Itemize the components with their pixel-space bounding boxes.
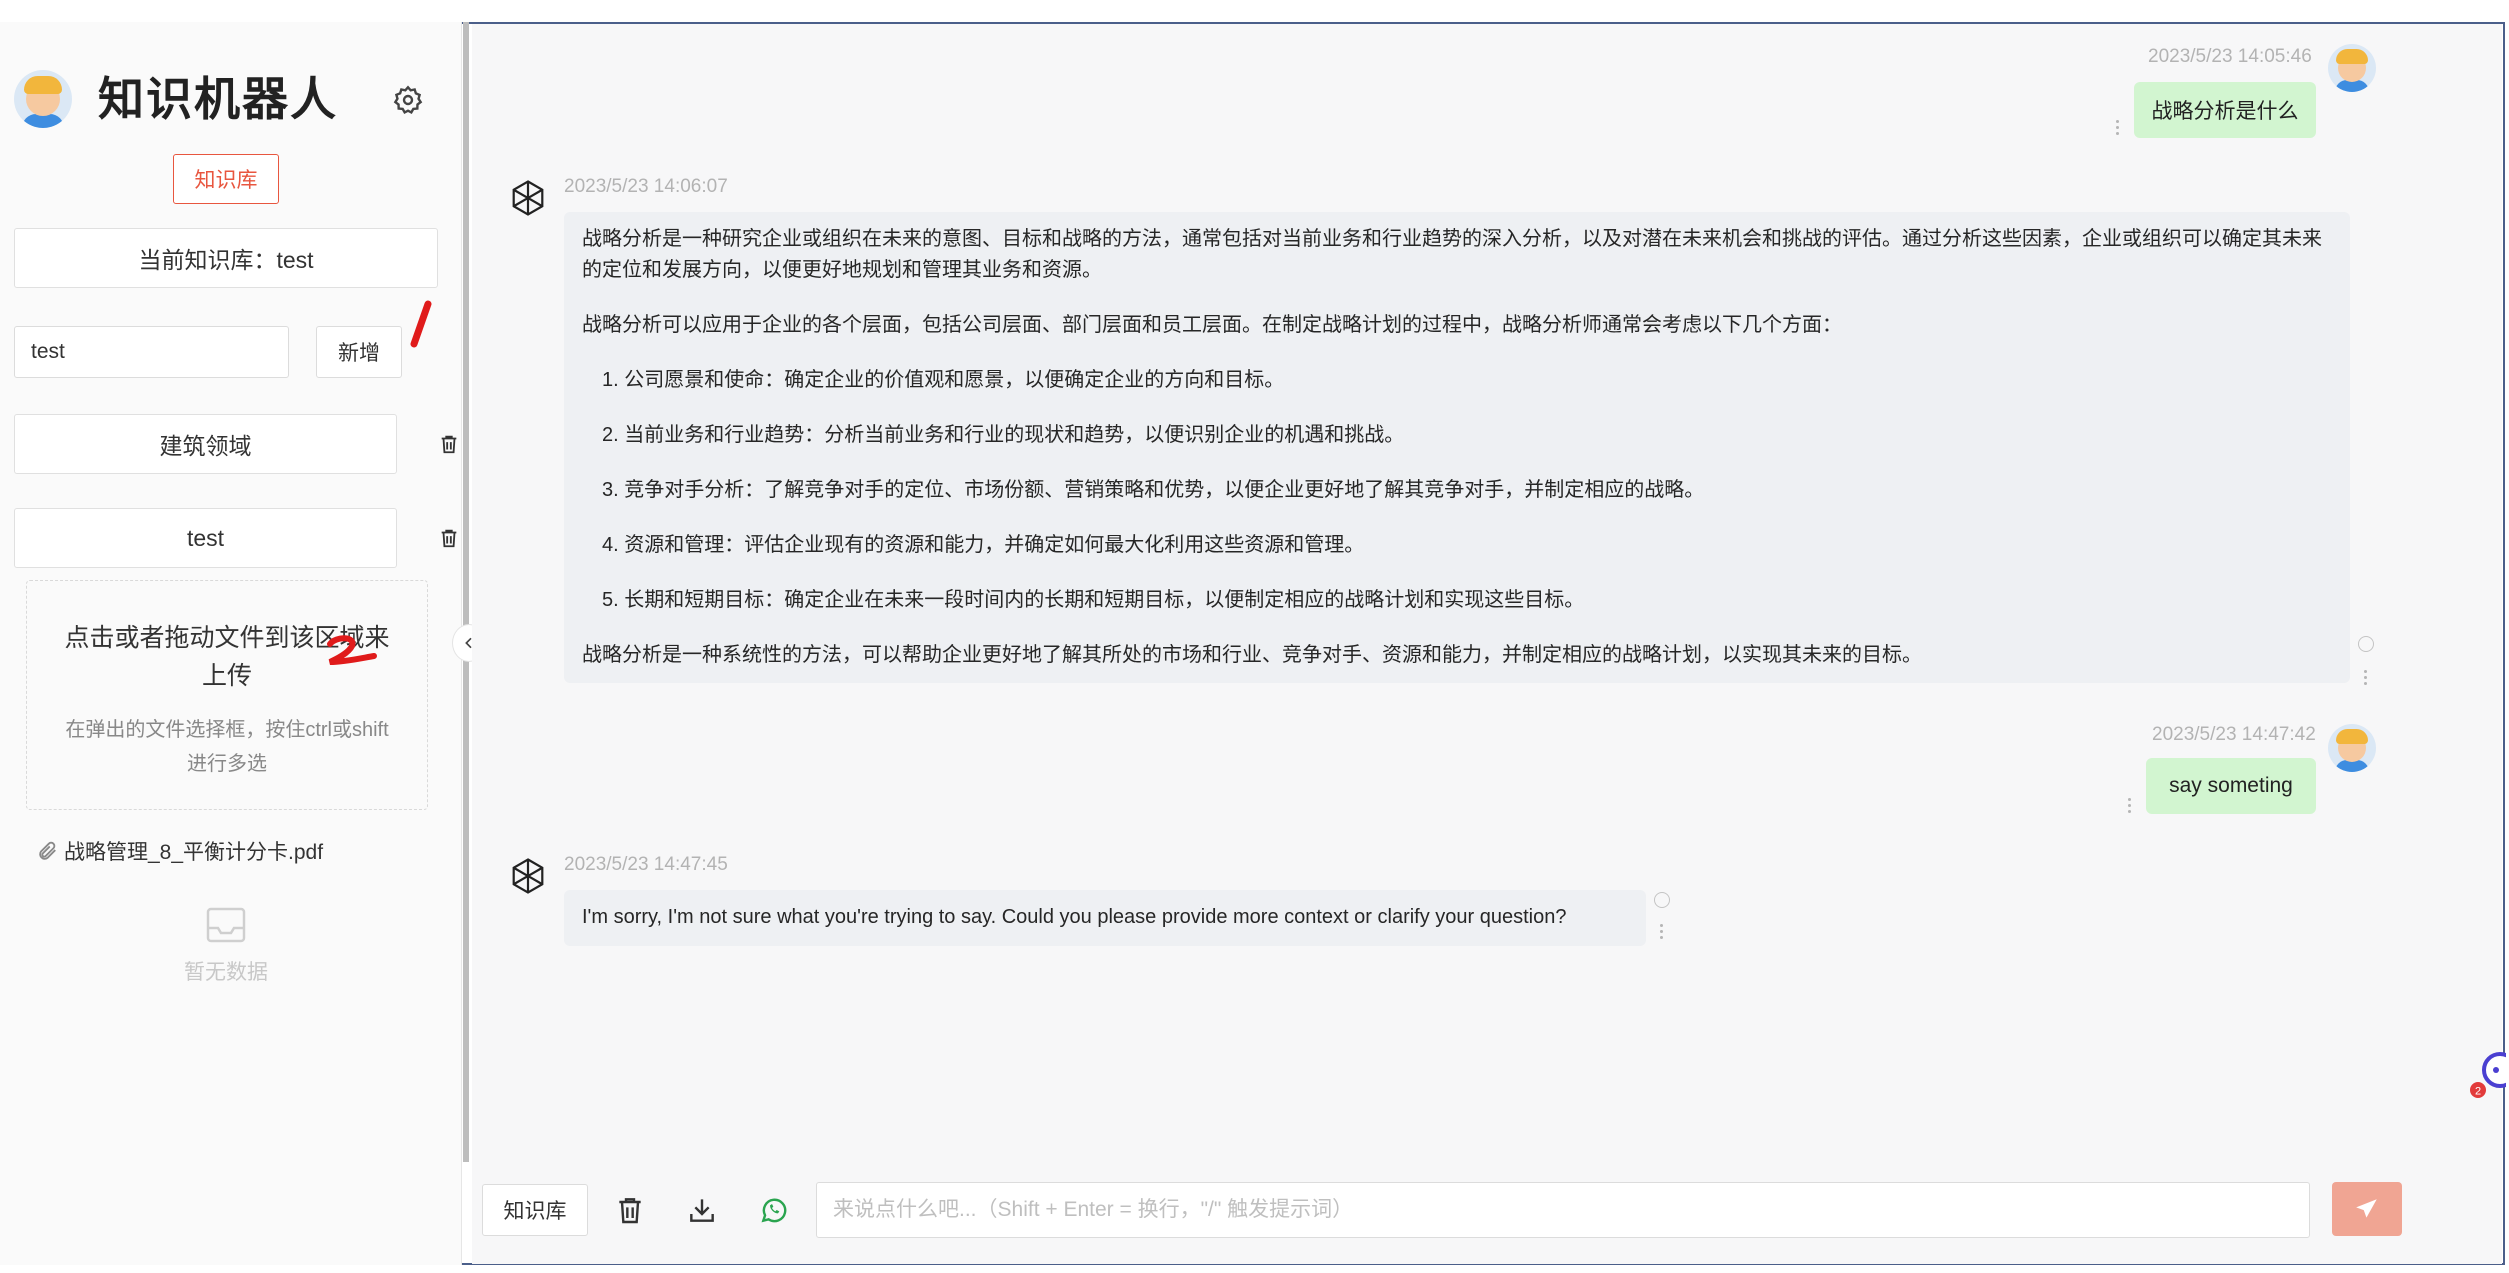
message-menu-icon[interactable] bbox=[2126, 798, 2132, 816]
notification-badge: 2 bbox=[2475, 1086, 2481, 1098]
annotation-mark-2 bbox=[327, 635, 377, 665]
empty-state: 暂无数据 bbox=[150, 906, 302, 986]
send-icon bbox=[2356, 1199, 2377, 1218]
knowledge-base-toggle-button[interactable]: 知识库 bbox=[482, 1184, 588, 1236]
knowledge-base-button[interactable]: 知识库 bbox=[173, 154, 279, 204]
current-kb-label: 当前知识库：test bbox=[14, 228, 438, 288]
whatsapp-icon[interactable] bbox=[758, 1194, 790, 1226]
list-item: 3. 竞争对手分析：了解竞争对手的定位、市场份额、营销策略和优势，以便企业更好地… bbox=[602, 479, 1705, 501]
trash-icon[interactable] bbox=[614, 1194, 646, 1226]
upload-sub-text: 在弹出的文件选择框，按住ctrl或shift进行多选 bbox=[65, 719, 389, 775]
send-button[interactable] bbox=[2332, 1182, 2402, 1236]
logo-avatar bbox=[14, 68, 72, 130]
bot-message-list: 1. 公司愿景和使命：确定企业的价值观和愿景，以便确定企业的方向和目标。 2. … bbox=[582, 365, 2332, 616]
message-timestamp: 2023/5/23 14:47:42 bbox=[2152, 724, 2316, 745]
status-ring-icon bbox=[1654, 892, 1670, 908]
gear-icon[interactable] bbox=[392, 84, 424, 116]
file-item[interactable]: 战略管理_8_平衡计分卡.pdf bbox=[36, 836, 323, 866]
message-input[interactable] bbox=[816, 1182, 2310, 1238]
bot-message-paragraph: 战略分析是一种研究企业或组织在未来的意图、目标和战略的方法，通常包括对当前业务和… bbox=[582, 228, 2322, 281]
bot-message: I'm sorry, I'm not sure what you're tryi… bbox=[564, 890, 1646, 946]
file-name: 战略管理_8_平衡计分卡.pdf bbox=[64, 841, 324, 864]
upload-dropzone[interactable]: 点击或者拖动文件到该区域来上传 在弹出的文件选择框，按住ctrl或shift进行… bbox=[26, 580, 428, 810]
list-item: 1. 公司愿景和使命：确定企业的价值观和愿景，以便确定企业的方向和目标。 bbox=[602, 369, 1285, 391]
add-kb-button[interactable]: 新增 bbox=[316, 326, 402, 378]
avatar bbox=[14, 70, 72, 128]
user-avatar bbox=[2328, 724, 2376, 772]
openai-icon bbox=[512, 180, 544, 216]
user-message: 战略分析是什么 bbox=[2134, 82, 2316, 138]
bot-message-paragraph: 战略分析是一种系统性的方法，可以帮助企业更好地了解其所处的市场和行业、竞争对手、… bbox=[582, 644, 1922, 666]
new-kb-input[interactable] bbox=[14, 326, 289, 378]
sidebar: 知识机器人 知识库 当前知识库：test 新增 建筑领域 test 点击或者拖动… bbox=[0, 22, 462, 1265]
inbox-icon bbox=[206, 907, 246, 943]
annotation-mark-1 bbox=[410, 300, 432, 348]
message-menu-icon[interactable] bbox=[2114, 120, 2120, 138]
kb-item[interactable]: 建筑领域 bbox=[14, 414, 397, 474]
message-menu-icon[interactable] bbox=[1658, 924, 1664, 942]
list-item: 2. 当前业务和行业趋势：分析当前业务和行业的现状和趋势，以便识别企业的机遇和挑… bbox=[602, 424, 1405, 446]
paperclip-icon bbox=[39, 841, 56, 860]
app-title: 知识机器人 bbox=[98, 73, 338, 125]
kb-item[interactable]: test bbox=[14, 508, 397, 568]
message-timestamp: 2023/5/23 14:05:46 bbox=[2148, 46, 2312, 67]
sidebar-scrollbar[interactable] bbox=[463, 22, 469, 1162]
status-ring-icon bbox=[2358, 636, 2374, 652]
input-bar: 知识库 bbox=[472, 1164, 2502, 1264]
user-avatar bbox=[2328, 44, 2376, 92]
message-timestamp: 2023/5/23 14:47:45 bbox=[564, 854, 728, 875]
list-item: 5. 长期和短期目标：确定企业在未来一段时间内的长期和短期目标，以便制定相应的战… bbox=[602, 589, 1585, 611]
floating-assistant-icon[interactable]: 2 bbox=[2466, 1048, 2506, 1100]
download-icon[interactable] bbox=[686, 1194, 718, 1226]
empty-text: 暂无数据 bbox=[184, 961, 268, 984]
openai-icon bbox=[512, 858, 544, 894]
trash-icon[interactable] bbox=[438, 526, 460, 550]
trash-icon[interactable] bbox=[438, 432, 460, 456]
bot-message-paragraph: 战略分析可以应用于企业的各个层面，包括公司层面、部门层面和员工层面。在制定战略计… bbox=[582, 314, 1842, 336]
chat-area: 2023/5/23 14:05:46 战略分析是什么 2023/5/23 14:… bbox=[472, 24, 2502, 1184]
bot-message: 战略分析是一种研究企业或组织在未来的意图、目标和战略的方法，通常包括对当前业务和… bbox=[564, 212, 2350, 683]
message-timestamp: 2023/5/23 14:06:07 bbox=[564, 176, 728, 197]
user-message: say someting bbox=[2146, 758, 2316, 814]
list-item: 4. 资源和管理：评估企业现有的资源和能力，并确定如何最大化利用这些资源和管理。 bbox=[602, 534, 1365, 556]
message-menu-icon[interactable] bbox=[2362, 670, 2368, 688]
